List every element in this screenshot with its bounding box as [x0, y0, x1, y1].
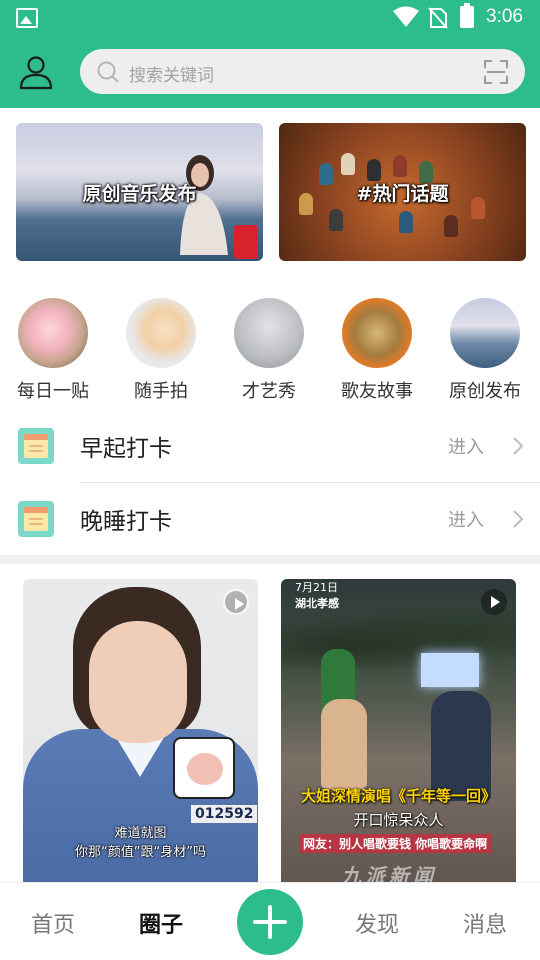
video-thumbnail-face [89, 621, 187, 743]
video-card[interactable]: 7月21日 湖北孝感 大姐深情演唱《千年等一回》 开口惊呆众人 网友：别人唱歌要… [281, 579, 516, 882]
chevron-right-icon [513, 437, 524, 455]
calendar-icon [18, 501, 54, 537]
category-label: 随手拍 [134, 381, 188, 402]
category-talent-show[interactable]: 才艺秀 [229, 298, 309, 403]
category-singer-stories[interactable]: 歌友故事 [337, 298, 417, 403]
search-input[interactable]: 搜索关键词 [129, 61, 214, 86]
checkin-title: 晚睡打卡 [80, 509, 172, 535]
tab-home[interactable]: 首页 [31, 907, 75, 939]
add-post-button[interactable] [237, 889, 303, 955]
section-separator [0, 555, 540, 564]
video-subhead: 开口惊呆众人 [353, 811, 444, 829]
panda-meme-sticker [173, 737, 235, 799]
red-envelope-icon [234, 225, 258, 259]
search-bar[interactable]: 搜索关键词 [80, 49, 525, 94]
wifi-icon [393, 6, 419, 27]
banner-caption: #热门话题 [356, 183, 449, 205]
no-sim-icon [428, 7, 448, 29]
chevron-right-icon [513, 510, 524, 528]
tab-discover[interactable]: 发现 [355, 907, 399, 939]
battery-icon [460, 3, 474, 28]
scan-icon[interactable] [484, 60, 508, 84]
status-bar: 3:06 [0, 0, 540, 36]
video-thumbnail-trees [281, 609, 516, 669]
video-thumbnail-person [321, 699, 367, 789]
checkin-title: 早起打卡 [80, 436, 172, 462]
enter-link[interactable]: 进入 [448, 506, 484, 532]
category-snapshot[interactable]: 随手拍 [121, 298, 201, 403]
category-thumbnail [234, 298, 304, 368]
user-profile-icon[interactable] [18, 54, 54, 90]
play-icon[interactable] [223, 589, 249, 615]
category-label: 原创发布 [449, 381, 521, 402]
police-badge-number: 012592 [191, 805, 258, 823]
banner-original-music[interactable]: 原创音乐发布 [16, 123, 263, 261]
news-watermark: 九派新闻 [341, 864, 437, 882]
video-date: 7月21日 [295, 581, 338, 594]
checkin-row-early-rise[interactable]: 早起打卡 进入 [0, 410, 540, 482]
category-label: 才艺秀 [242, 381, 296, 402]
video-card[interactable]: 012592 难道就图 你那“颜值”跟“身材”吗 [23, 579, 258, 882]
search-icon [97, 61, 119, 83]
gallery-notification-icon [16, 8, 38, 28]
play-icon[interactable] [481, 589, 507, 615]
category-original-release[interactable]: 原创发布 [445, 298, 525, 403]
netizen-comment: 网友：别人唱歌要钱 你唱歌要命啊 [299, 834, 492, 853]
video-location: 湖北孝感 [295, 597, 339, 610]
video-subtitle-line2: 你那“颜值”跟“身材”吗 [75, 845, 206, 860]
tab-messages[interactable]: 消息 [463, 907, 507, 939]
category-thumbnail [450, 298, 520, 368]
category-label: 歌友故事 [341, 381, 413, 402]
banner-caption: 原创音乐发布 [82, 183, 197, 205]
calendar-icon [18, 428, 54, 464]
category-thumbnail [342, 298, 412, 368]
video-thumbnail-screen [421, 653, 479, 687]
video-headline: 大姐深情演唱《千年等一回》 [300, 787, 496, 805]
status-time: 3:06 [486, 6, 523, 27]
category-daily-post[interactable]: 每日一贴 [13, 298, 93, 403]
checkin-row-late-sleep[interactable]: 晚睡打卡 进入 [0, 483, 540, 555]
category-thumbnail [126, 298, 196, 368]
bottom-navigation: 首页 圈子 发现 消息 [0, 882, 540, 960]
banner-hot-topics[interactable]: #热门话题 [279, 123, 526, 261]
category-thumbnail [18, 298, 88, 368]
video-subtitle-line1: 难道就图 [114, 826, 167, 841]
tab-circle[interactable]: 圈子 [139, 907, 183, 939]
app-header: 3:06 搜索关键词 [0, 0, 540, 108]
enter-link[interactable]: 进入 [448, 433, 484, 459]
category-label: 每日一贴 [17, 381, 89, 402]
